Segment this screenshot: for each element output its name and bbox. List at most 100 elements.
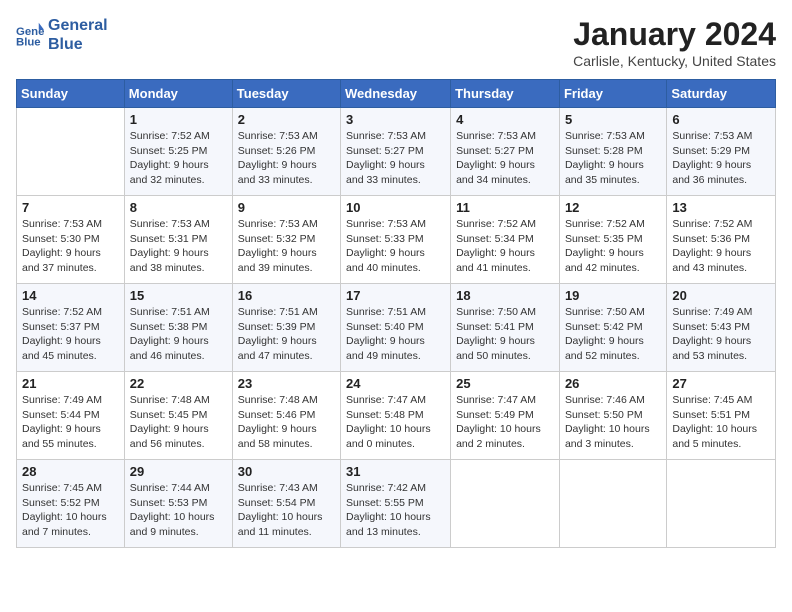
day-number: 1 [130,112,227,127]
day-number: 2 [238,112,335,127]
day-cell [667,460,776,548]
day-cell: 7 Sunrise: 7:53 AMSunset: 5:30 PMDaylight… [17,196,125,284]
day-info: Sunrise: 7:53 AMSunset: 5:31 PMDaylight:… [130,217,227,276]
day-cell: 17 Sunrise: 7:51 AMSunset: 5:40 PMDayligh… [341,284,451,372]
day-cell: 3Sunrise: 7:53 AMSunset: 5:27 PMDaylight… [341,108,451,196]
svg-text:Blue: Blue [16,37,41,49]
day-info: Sunrise: 7:49 AMSunset: 5:43 PMDaylight:… [672,305,770,364]
month-title: January 2024 [573,16,776,53]
day-info: Sunrise: 7:53 AMSunset: 5:33 PMDaylight:… [346,217,445,276]
day-info: Sunrise: 7:52 AMSunset: 5:36 PMDaylight:… [672,217,770,276]
day-info: Sunrise: 7:42 AMSunset: 5:55 PMDaylight:… [346,481,445,540]
day-info: Sunrise: 7:49 AMSunset: 5:44 PMDaylight:… [22,393,119,452]
day-cell: 23Sunrise: 7:48 AMSunset: 5:46 PMDayligh… [232,372,340,460]
day-cell: 6Sunrise: 7:53 AMSunset: 5:29 PMDaylight… [667,108,776,196]
day-info: Sunrise: 7:52 AMSunset: 5:34 PMDaylight:… [456,217,554,276]
logo: General Blue General Blue [16,16,108,54]
day-cell: 28Sunrise: 7:45 AMSunset: 5:52 PMDayligh… [17,460,125,548]
day-cell: 22 Sunrise: 7:48 AMSunset: 5:45 PMDayligh… [124,372,232,460]
header-day-sunday: Sunday [17,80,125,108]
day-cell: 16 Sunrise: 7:51 AMSunset: 5:39 PMDayligh… [232,284,340,372]
page-header: General Blue General Blue January 2024 C… [16,16,776,69]
day-cell [451,460,560,548]
day-number: 18 [456,288,554,303]
day-number: 29 [130,464,227,479]
day-number: 4 [456,112,554,127]
logo-text-general: General [48,16,108,35]
day-number: 20 [672,288,770,303]
day-cell: 1Sunrise: 7:52 AMSunset: 5:25 PMDaylight… [124,108,232,196]
day-cell: 11 Sunrise: 7:52 AMSunset: 5:34 PMDayligh… [451,196,560,284]
header-day-friday: Friday [559,80,666,108]
day-cell: 14Sunrise: 7:52 AMSunset: 5:37 PMDayligh… [17,284,125,372]
day-number: 19 [565,288,661,303]
header-day-wednesday: Wednesday [341,80,451,108]
day-info: Sunrise: 7:43 AMSunset: 5:54 PMDaylight:… [238,481,335,540]
day-info: Sunrise: 7:44 AMSunset: 5:53 PMDaylight:… [130,481,227,540]
header-row: SundayMondayTuesdayWednesdayThursdayFrid… [17,80,776,108]
day-info: Sunrise: 7:53 AMSunset: 5:29 PMDaylight:… [672,129,770,188]
header-day-saturday: Saturday [667,80,776,108]
day-cell: 12 Sunrise: 7:52 AMSunset: 5:35 PMDayligh… [559,196,666,284]
day-cell: 29 Sunrise: 7:44 AMSunset: 5:53 PMDayligh… [124,460,232,548]
header-day-thursday: Thursday [451,80,560,108]
day-info: Sunrise: 7:47 AMSunset: 5:49 PMDaylight:… [456,393,554,452]
day-cell: 27 Sunrise: 7:45 AMSunset: 5:51 PMDayligh… [667,372,776,460]
week-row-3: 14Sunrise: 7:52 AMSunset: 5:37 PMDayligh… [17,284,776,372]
logo-text-blue: Blue [48,35,108,54]
day-info: Sunrise: 7:45 AMSunset: 5:52 PMDaylight:… [22,481,119,540]
header-day-tuesday: Tuesday [232,80,340,108]
day-number: 17 [346,288,445,303]
day-info: Sunrise: 7:50 AMSunset: 5:41 PMDaylight:… [456,305,554,364]
day-number: 8 [130,200,227,215]
day-info: Sunrise: 7:45 AMSunset: 5:51 PMDaylight:… [672,393,770,452]
day-cell: 15Sunrise: 7:51 AMSunset: 5:38 PMDayligh… [124,284,232,372]
day-cell [17,108,125,196]
day-number: 9 [238,200,335,215]
day-info: Sunrise: 7:47 AMSunset: 5:48 PMDaylight:… [346,393,445,452]
day-info: Sunrise: 7:53 AMSunset: 5:32 PMDaylight:… [238,217,335,276]
header-day-monday: Monday [124,80,232,108]
day-number: 24 [346,376,445,391]
day-number: 30 [238,464,335,479]
day-info: Sunrise: 7:53 AMSunset: 5:30 PMDaylight:… [22,217,119,276]
day-number: 25 [456,376,554,391]
day-cell: 5 Sunrise: 7:53 AMSunset: 5:28 PMDaylight… [559,108,666,196]
day-number: 10 [346,200,445,215]
day-number: 11 [456,200,554,215]
week-row-5: 28Sunrise: 7:45 AMSunset: 5:52 PMDayligh… [17,460,776,548]
day-info: Sunrise: 7:51 AMSunset: 5:39 PMDaylight:… [238,305,335,364]
day-info: Sunrise: 7:46 AMSunset: 5:50 PMDaylight:… [565,393,661,452]
day-cell: 13 Sunrise: 7:52 AMSunset: 5:36 PMDayligh… [667,196,776,284]
week-row-2: 7 Sunrise: 7:53 AMSunset: 5:30 PMDaylight… [17,196,776,284]
day-number: 16 [238,288,335,303]
day-info: Sunrise: 7:53 AMSunset: 5:27 PMDaylight:… [346,129,445,188]
day-number: 12 [565,200,661,215]
day-cell: 31Sunrise: 7:42 AMSunset: 5:55 PMDayligh… [341,460,451,548]
day-cell: 26 Sunrise: 7:46 AMSunset: 5:50 PMDayligh… [559,372,666,460]
day-cell: 4Sunrise: 7:53 AMSunset: 5:27 PMDaylight… [451,108,560,196]
day-number: 7 [22,200,119,215]
day-number: 21 [22,376,119,391]
day-number: 23 [238,376,335,391]
day-number: 26 [565,376,661,391]
day-number: 22 [130,376,227,391]
day-cell: 19Sunrise: 7:50 AMSunset: 5:42 PMDayligh… [559,284,666,372]
day-cell: 25 Sunrise: 7:47 AMSunset: 5:49 PMDayligh… [451,372,560,460]
week-row-4: 21 Sunrise: 7:49 AMSunset: 5:44 PMDayligh… [17,372,776,460]
day-cell: 18 Sunrise: 7:50 AMSunset: 5:41 PMDayligh… [451,284,560,372]
day-cell: 2Sunrise: 7:53 AMSunset: 5:26 PMDaylight… [232,108,340,196]
day-number: 13 [672,200,770,215]
day-info: Sunrise: 7:48 AMSunset: 5:45 PMDaylight:… [130,393,227,452]
week-row-1: 1Sunrise: 7:52 AMSunset: 5:25 PMDaylight… [17,108,776,196]
logo-icon: General Blue [16,21,44,49]
day-cell: 20 Sunrise: 7:49 AMSunset: 5:43 PMDayligh… [667,284,776,372]
day-info: Sunrise: 7:52 AMSunset: 5:35 PMDaylight:… [565,217,661,276]
day-number: 27 [672,376,770,391]
day-number: 14 [22,288,119,303]
day-cell: 9 Sunrise: 7:53 AMSunset: 5:32 PMDaylight… [232,196,340,284]
day-info: Sunrise: 7:53 AMSunset: 5:28 PMDaylight:… [565,129,661,188]
day-info: Sunrise: 7:51 AMSunset: 5:40 PMDaylight:… [346,305,445,364]
day-info: Sunrise: 7:51 AMSunset: 5:38 PMDaylight:… [130,305,227,364]
day-number: 5 [565,112,661,127]
